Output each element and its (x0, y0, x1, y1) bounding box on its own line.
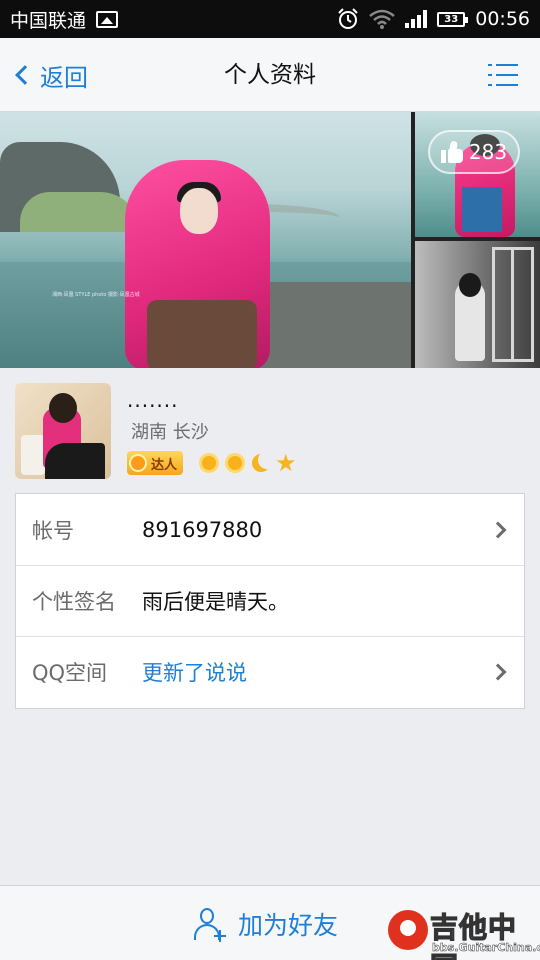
account-row[interactable]: 帐号 891697880 (16, 494, 524, 565)
badge-label: 达人 (151, 457, 178, 473)
alarm-icon (338, 8, 358, 29)
like-button[interactable]: 283 (428, 130, 520, 174)
wifi-icon (369, 9, 396, 29)
daren-badge[interactable]: 达人 (127, 451, 184, 475)
chevron-right-icon (489, 663, 507, 681)
back-button[interactable]: 返回 (14, 38, 88, 112)
status-bar-left: 中国联通 (10, 6, 119, 33)
star-icon: ★ (275, 449, 297, 477)
image-icon (96, 10, 119, 28)
nickname: ....... (127, 388, 179, 412)
watermark-subtitle: bbs.GuitarChina.com (432, 941, 540, 955)
row-label: 个性签名 (32, 590, 116, 614)
photo-caption: 湘西·凤凰 STYLE photo 摄影·凤凰古城 (52, 292, 140, 298)
moon-icon (249, 451, 274, 475)
chevron-right-icon (489, 521, 507, 538)
like-count: 283 (468, 140, 508, 164)
signal-icon (405, 10, 428, 28)
photo-gallery: 湘西·凤凰 STYLE photo 摄影·凤凰古城 283 (0, 112, 540, 368)
thumbs-up-icon (440, 140, 463, 163)
battery-icon: 33 (437, 11, 469, 27)
medal-icon (129, 454, 147, 472)
add-user-icon (192, 905, 228, 943)
sun-icon (197, 451, 221, 475)
main-photo[interactable]: 湘西·凤凰 STYLE photo 摄影·凤凰古城 (0, 112, 411, 368)
row-label: 帐号 (32, 518, 74, 543)
info-card: 帐号 891697880 个性签名 雨后便是晴天。 QQ空间 更新了说说 (15, 493, 525, 709)
row-value[interactable]: 更新了说说 (142, 657, 247, 687)
signature-row: 个性签名 雨后便是晴天。 (16, 565, 524, 636)
sun-icon (223, 451, 247, 475)
carrier-name: 中国联通 (10, 9, 87, 32)
battery-level: 33 (444, 13, 459, 25)
badge-row: 达人 ★ (127, 451, 297, 475)
row-label: QQ空间 (32, 661, 108, 685)
guitar-logo-icon (388, 910, 428, 950)
back-label: 返回 (40, 63, 88, 92)
qzone-row[interactable]: QQ空间 更新了说说 (16, 636, 524, 707)
list-menu-icon[interactable] (488, 62, 518, 88)
clock: 00:56 (475, 8, 530, 30)
add-friend-label: 加为好友 (238, 910, 339, 940)
thumbnail-photo-2[interactable] (415, 241, 540, 368)
location: 湖南 长沙 (131, 422, 209, 443)
add-friend-button[interactable]: 加为好友 (192, 886, 338, 960)
nav-bar: 返回 个人资料 (0, 38, 540, 112)
status-bar-right: 33 00:56 (337, 8, 530, 30)
row-value: 891697880 (142, 517, 263, 542)
row-value: 雨后便是晴天。 (142, 590, 289, 614)
watermark: 吉他中国 bbs.GuitarChina.com (388, 906, 540, 960)
chevron-left-icon (15, 65, 35, 85)
status-bar: 中国联通 33 00:56 (0, 0, 540, 38)
avatar[interactable] (15, 383, 111, 479)
